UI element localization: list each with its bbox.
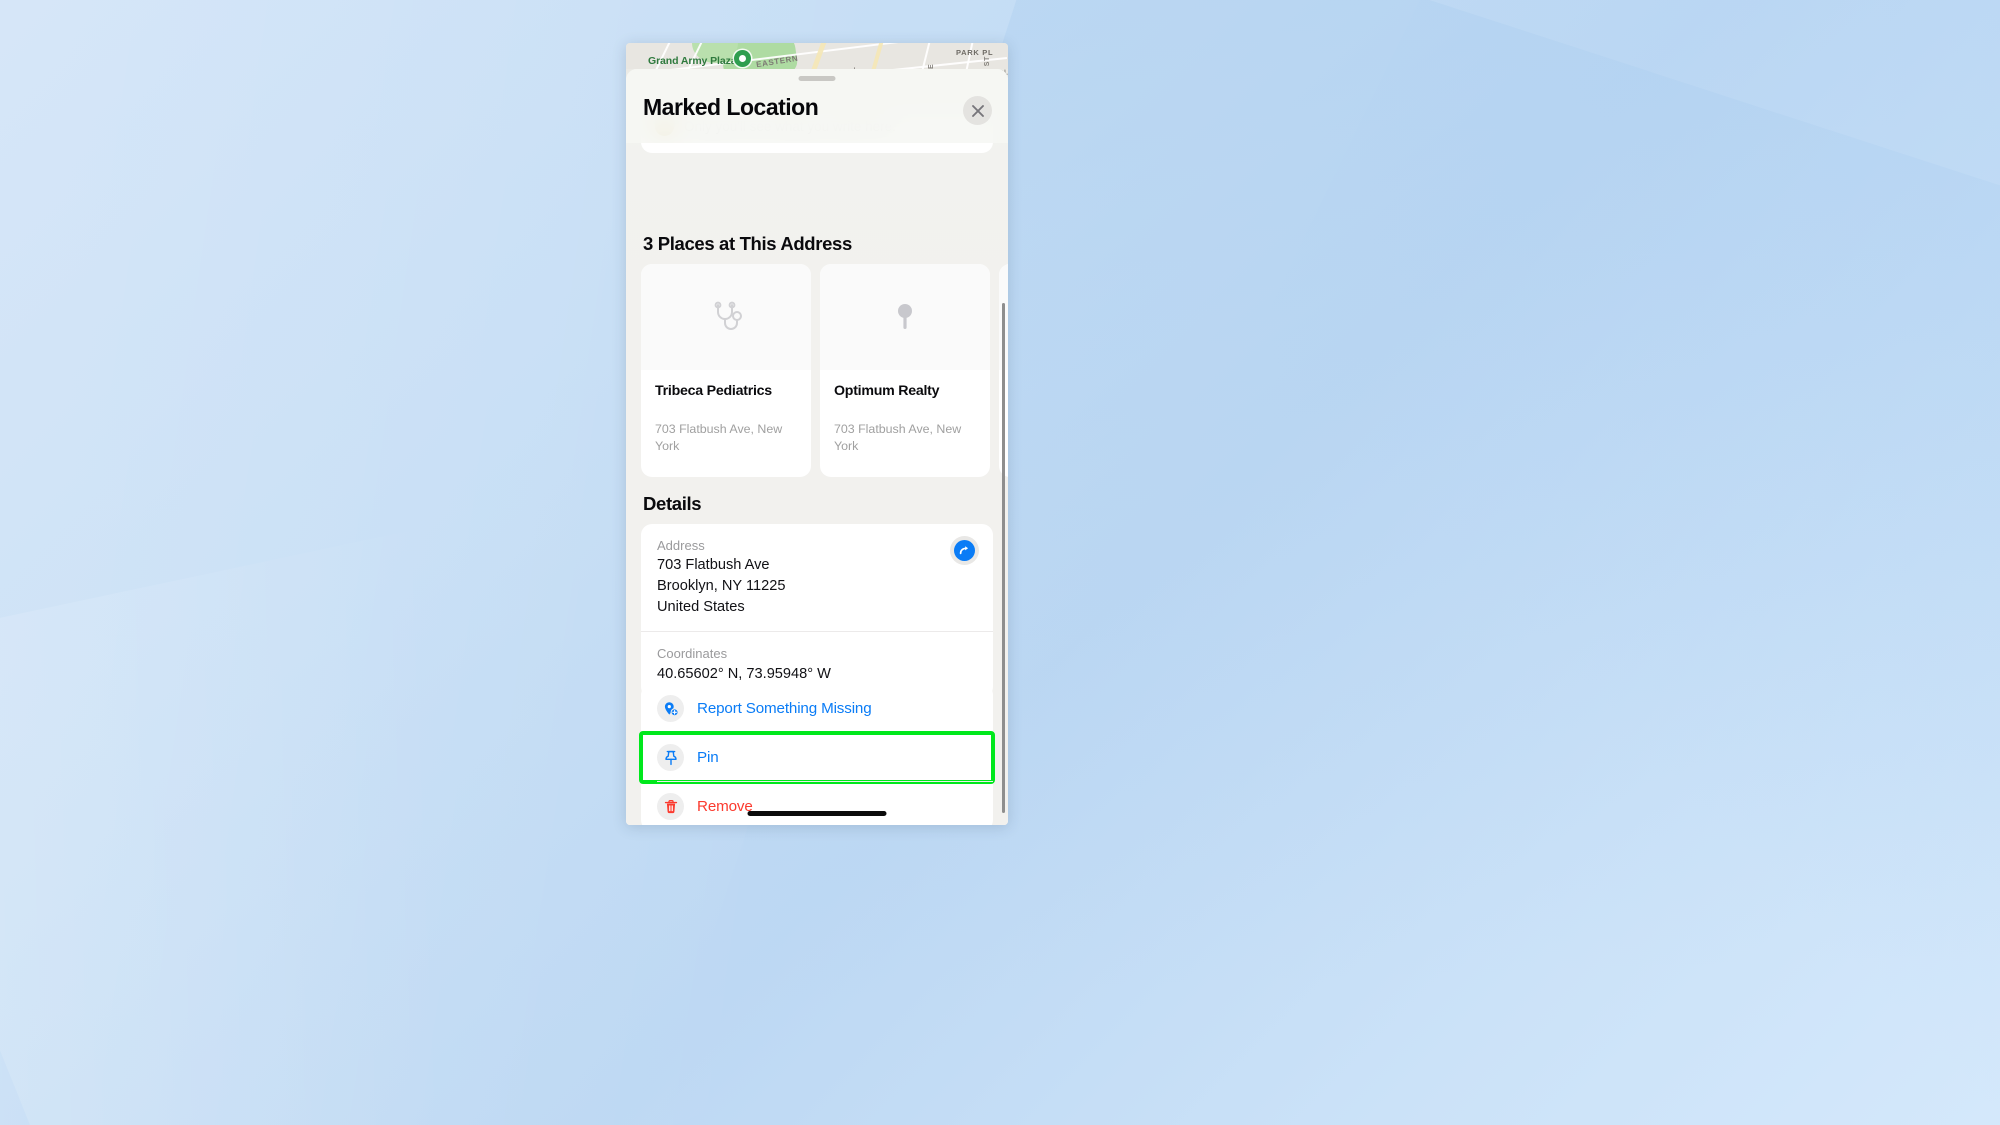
close-button[interactable] (963, 96, 992, 125)
desktop-wallpaper: Grand Army Plaza EASTERN PARK PL STERLIN… (0, 0, 2000, 1125)
map-pin-plus-icon (657, 695, 684, 722)
scrollbar-track[interactable] (1002, 69, 1005, 825)
stethoscope-icon (714, 301, 742, 330)
close-icon (971, 104, 984, 117)
details-card: Address 703 Flatbush Ave Brooklyn, NY 11… (641, 524, 993, 698)
sheet-header: Marked Location (626, 69, 1008, 143)
sheet-scroll-area[interactable]: Only you'll see what you write here. 3 P… (626, 69, 1008, 825)
detail-value: 703 Flatbush Ave Brooklyn, NY 11225 Unit… (657, 557, 786, 616)
places-carousel[interactable]: Tribeca Pediatrics 703 Flatbush Ave, New… (641, 264, 1008, 477)
place-card[interactable]: Optimum Realty 703 Flatbush Ave, New Yor… (820, 264, 990, 477)
directions-arrow-icon (954, 540, 975, 561)
directions-button[interactable] (950, 536, 979, 565)
detail-value: 40.65602° N, 73.95948° W (657, 665, 831, 682)
pin-button[interactable]: Pin (639, 731, 995, 784)
place-card-body: Optimum Realty 703 Flatbush Ave, New Yor… (820, 370, 990, 454)
remove-button[interactable]: Remove (641, 782, 993, 825)
detail-label: Coordinates (657, 646, 728, 662)
place-card-body: Tribeca Pediatrics 703 Flatbush Ave, New… (641, 370, 811, 454)
place-name: Optimum Realty (834, 383, 940, 399)
scrollbar-thumb[interactable] (1002, 303, 1005, 813)
sheet-grabber-handle[interactable] (798, 76, 836, 81)
wallpaper-facet (911, 0, 2000, 1125)
map-label-grand-army-plaza: Grand Army Plaza (648, 55, 737, 67)
phone-simulator-window: Grand Army Plaza EASTERN PARK PL STERLIN… (626, 43, 1008, 825)
action-label: Pin (697, 749, 719, 766)
page-title: Marked Location (643, 94, 819, 120)
pushpin-icon (657, 744, 684, 771)
detail-label: Address (657, 538, 705, 553)
place-thumbnail (820, 264, 990, 370)
divider (657, 781, 993, 782)
place-card[interactable]: Tribeca Pediatrics 703 Flatbush Ave, New… (641, 264, 811, 477)
map-poi-icon[interactable] (734, 50, 751, 67)
trash-icon (657, 793, 684, 820)
action-label: Report Something Missing (697, 700, 872, 717)
place-thumbnail (641, 264, 811, 370)
detail-row-address[interactable]: Address 703 Flatbush Ave Brooklyn, NY 11… (641, 524, 993, 631)
home-indicator (747, 811, 887, 816)
actions-card: Report Something Missing Pin Remove (639, 684, 995, 825)
map-pin-icon (898, 304, 912, 329)
report-something-missing-button[interactable]: Report Something Missing (641, 684, 993, 733)
places-section-heading: 3 Places at This Address (643, 233, 852, 254)
place-address: 703 Flatbush Ave, New York (834, 422, 962, 453)
place-detail-sheet: Only you'll see what you write here. 3 P… (626, 69, 1008, 825)
place-address: 703 Flatbush Ave, New York (655, 422, 783, 453)
place-name: Tribeca Pediatrics (655, 383, 772, 399)
action-label: Remove (697, 798, 753, 815)
details-section-heading: Details (643, 493, 702, 514)
